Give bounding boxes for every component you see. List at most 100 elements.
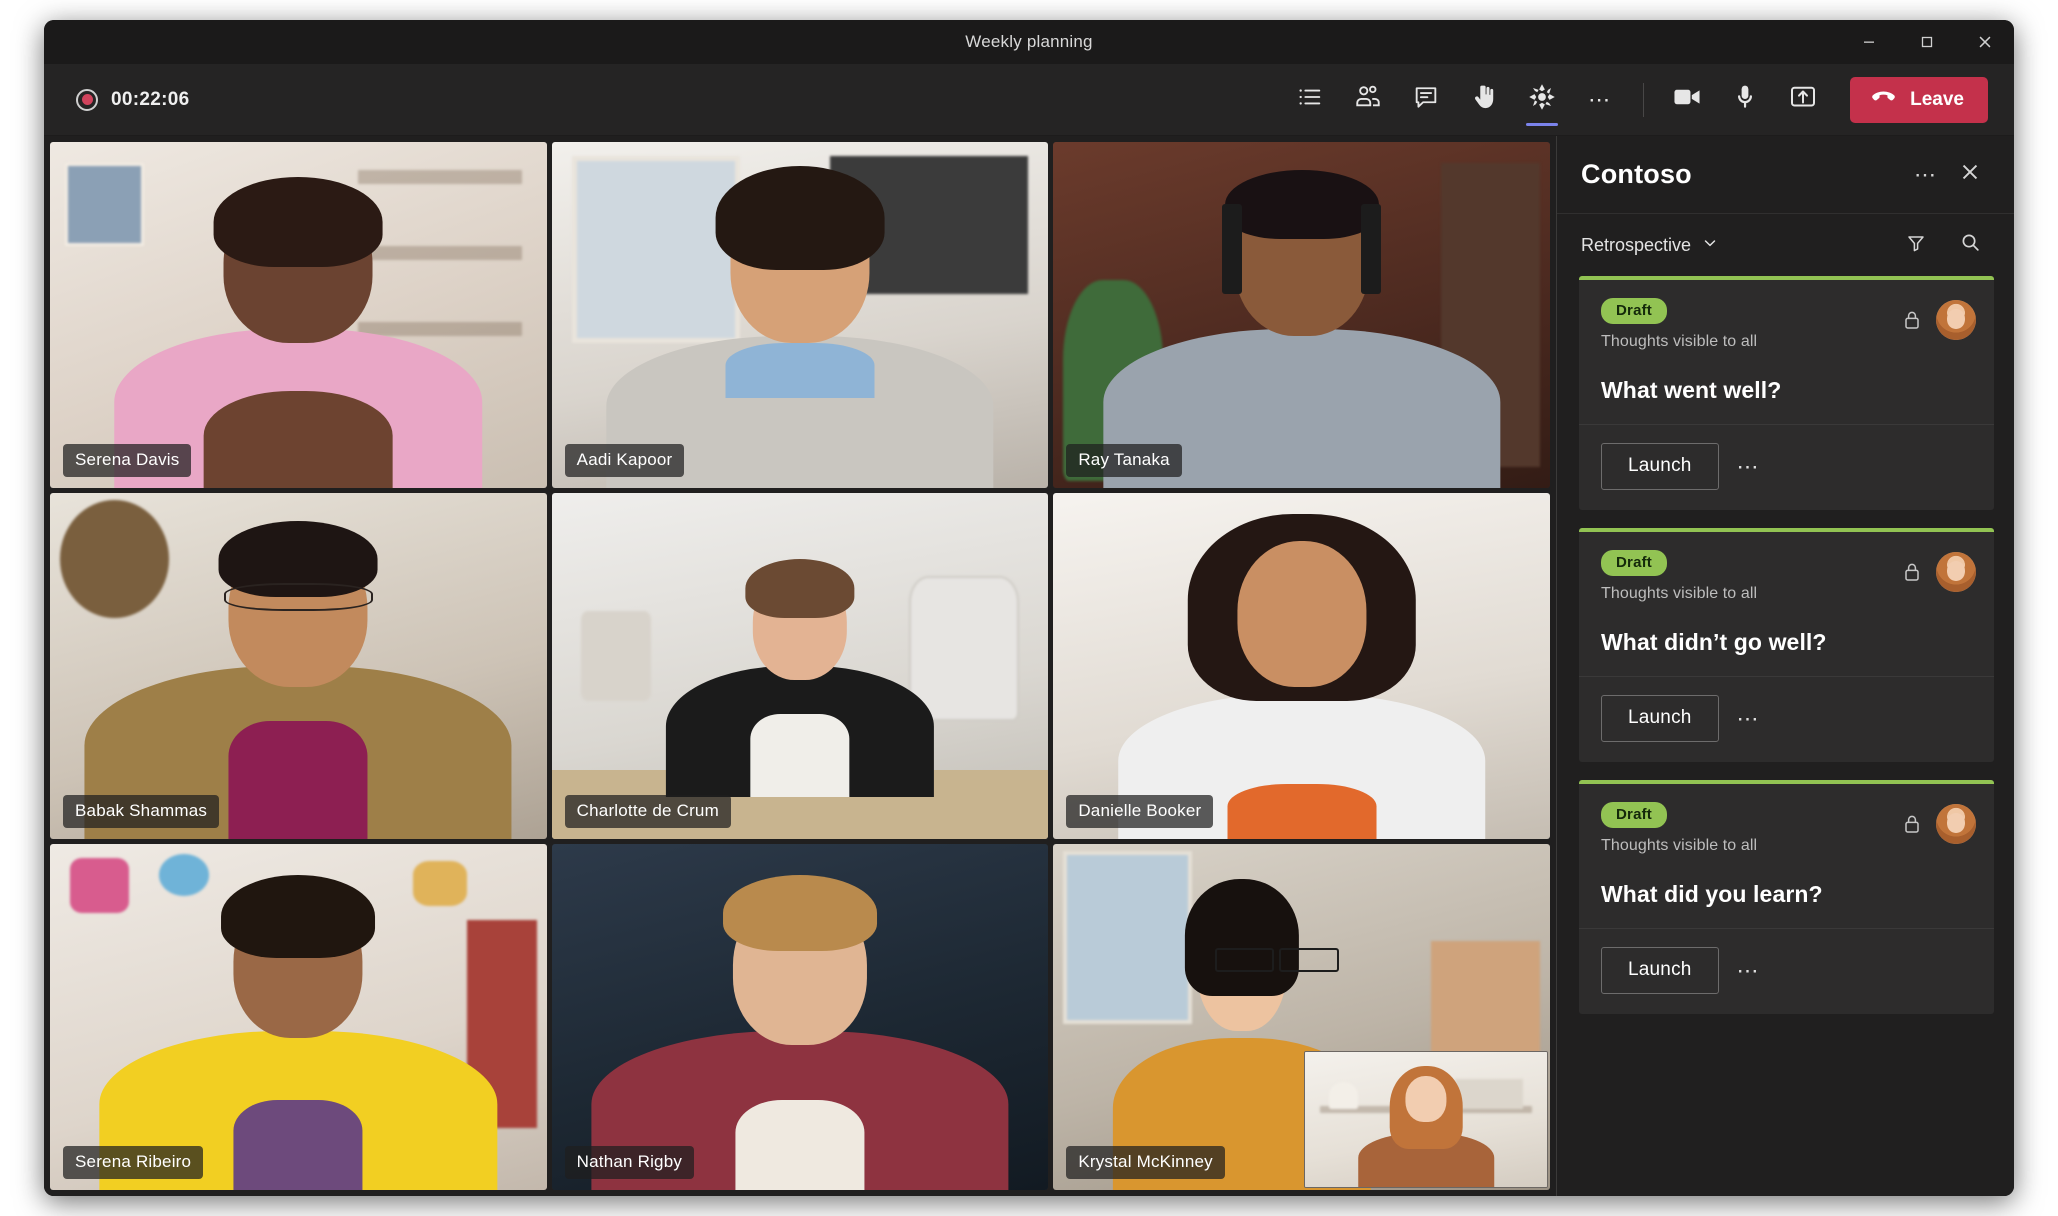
search-button[interactable] — [1948, 223, 1992, 267]
participants-button[interactable] — [1339, 72, 1397, 128]
panel-more-options-button[interactable]: ⋯ — [1904, 153, 1948, 197]
launch-button[interactable]: Launch — [1601, 947, 1719, 994]
video-tile[interactable]: Serena Davis — [50, 142, 547, 488]
panel-header: Contoso ⋯ — [1557, 136, 2014, 214]
participant-name-label: Serena Ribeiro — [63, 1146, 204, 1179]
people-icon — [1353, 82, 1383, 117]
panel-title: Contoso — [1581, 159, 1692, 189]
more-options-icon: ⋯ — [1736, 453, 1761, 479]
card-top-row: Draft Thoughts visible to all — [1601, 802, 1976, 855]
lock-icon — [1902, 309, 1922, 331]
activity-card[interactable]: Draft Thoughts visible to all — [1579, 276, 1994, 510]
more-options-icon: ⋯ — [1914, 161, 1938, 187]
teams-meeting-window: Weekly planning 00:22:06 ⋯ Leave Serena … — [44, 20, 2014, 1196]
card-meta: Draft Thoughts visible to all — [1601, 550, 1902, 603]
card-top-row: Draft Thoughts visible to all — [1601, 550, 1976, 603]
card-title: What did you learn? — [1601, 881, 1823, 907]
tile-background — [50, 844, 547, 1190]
participant-name-label: Krystal McKinney — [1066, 1146, 1225, 1179]
microphone-button[interactable] — [1716, 72, 1774, 128]
raise-hand-button[interactable] — [1455, 72, 1513, 128]
meeting-toolbar: 00:22:06 ⋯ Leave — [44, 64, 2014, 136]
activity-card[interactable]: Draft Thoughts visible to all — [1579, 780, 1994, 1014]
filter-button[interactable] — [1894, 223, 1938, 267]
video-tile[interactable]: Babak Shammas — [50, 493, 547, 839]
close-icon — [1959, 161, 1981, 188]
recording-indicator: 00:22:06 — [76, 88, 190, 111]
list-icon — [1296, 83, 1324, 116]
more-options-icon: ⋯ — [1736, 705, 1761, 731]
status-badge: Draft — [1601, 802, 1668, 828]
minimize-button[interactable] — [1840, 20, 1898, 64]
toolbar-actions: ⋯ Leave — [1281, 72, 1988, 128]
card-more-options-button[interactable]: ⋯ — [1727, 697, 1771, 741]
participant-name-label: Serena Davis — [63, 444, 192, 477]
hangup-icon — [1870, 83, 1897, 116]
card-main: Draft Thoughts visible to all — [1579, 532, 1994, 677]
card-meta: Draft Thoughts visible to all — [1601, 802, 1902, 855]
chat-button[interactable] — [1397, 72, 1455, 128]
card-title: What didn’t go well? — [1601, 629, 1827, 655]
board-selector-dropdown[interactable]: Retrospective — [1581, 229, 1724, 262]
recording-timer: 00:22:06 — [111, 88, 190, 110]
video-grid: Serena Davis Aadi Kapoor Ray Tanaka Baba… — [44, 136, 1556, 1196]
close-icon — [1976, 33, 1994, 51]
camera-button[interactable] — [1658, 72, 1716, 128]
share-screen-button[interactable] — [1774, 72, 1832, 128]
leave-button[interactable]: Leave — [1850, 76, 1988, 123]
launch-button[interactable]: Launch — [1601, 443, 1719, 490]
avatar[interactable] — [1936, 552, 1976, 592]
close-button[interactable] — [1956, 20, 2014, 64]
card-right — [1902, 550, 1976, 592]
tile-background — [1053, 493, 1550, 839]
participant-name-label: Nathan Rigby — [564, 1146, 695, 1179]
more-options-button[interactable]: ⋯ — [1571, 72, 1629, 128]
card-top-row: Draft Thoughts visible to all — [1601, 298, 1976, 351]
panel-subbar: Retrospective — [1557, 214, 2014, 276]
avatar[interactable] — [1936, 300, 1976, 340]
card-more-options-button[interactable]: ⋯ — [1727, 949, 1771, 993]
self-view-pip[interactable] — [1303, 1051, 1548, 1188]
chevron-down-icon — [1702, 235, 1718, 256]
video-tile[interactable]: Charlotte de Crum — [551, 493, 1049, 839]
avatar[interactable] — [1936, 804, 1976, 844]
video-tile[interactable]: Serena Ribeiro — [50, 844, 547, 1190]
meeting-notes-button[interactable] — [1281, 72, 1339, 128]
tile-background — [551, 844, 1049, 1190]
leave-button-label: Leave — [1910, 88, 1964, 110]
window-controls — [1840, 20, 2014, 64]
maximize-button[interactable] — [1898, 20, 1956, 64]
video-tile[interactable]: Danielle Booker — [1053, 493, 1550, 839]
video-tile[interactable]: Nathan Rigby — [551, 844, 1049, 1190]
camera-icon — [1671, 81, 1703, 118]
window-title: Weekly planning — [965, 32, 1093, 51]
tile-background — [1053, 142, 1550, 488]
activity-card-list: Draft Thoughts visible to all What went … — [1557, 276, 2014, 1032]
activity-card[interactable]: Draft Thoughts visible to all — [1579, 528, 1994, 762]
panel-close-button[interactable] — [1948, 153, 1992, 197]
maximize-icon — [1919, 34, 1935, 50]
card-main: Draft Thoughts visible to all — [1579, 784, 1994, 929]
video-tile[interactable]: Krystal McKinney — [1053, 844, 1550, 1190]
video-tile[interactable]: Ray Tanaka — [1053, 142, 1550, 488]
search-icon — [1960, 232, 1981, 258]
toolbar-divider — [1643, 82, 1645, 117]
meeting-body: Serena Davis Aadi Kapoor Ray Tanaka Baba… — [44, 136, 2014, 1196]
card-right — [1902, 802, 1976, 844]
status-badge: Draft — [1601, 550, 1668, 576]
card-meta: Draft Thoughts visible to all — [1601, 298, 1902, 351]
app-button[interactable] — [1513, 72, 1571, 128]
microphone-icon — [1731, 83, 1759, 116]
video-tile[interactable]: Aadi Kapoor — [551, 142, 1049, 488]
tile-background — [50, 142, 547, 488]
launch-button[interactable]: Launch — [1601, 695, 1719, 742]
card-main: Draft Thoughts visible to all — [1579, 280, 1994, 425]
participant-name-label: Aadi Kapoor — [564, 444, 685, 477]
more-options-icon: ⋯ — [1588, 86, 1613, 112]
tile-background — [50, 493, 547, 839]
card-right — [1902, 298, 1976, 340]
participant-name-label: Babak Shammas — [63, 795, 220, 828]
tile-background — [551, 142, 1049, 488]
card-subtitle: Thoughts visible to all — [1601, 585, 1758, 602]
card-more-options-button[interactable]: ⋯ — [1727, 445, 1771, 489]
